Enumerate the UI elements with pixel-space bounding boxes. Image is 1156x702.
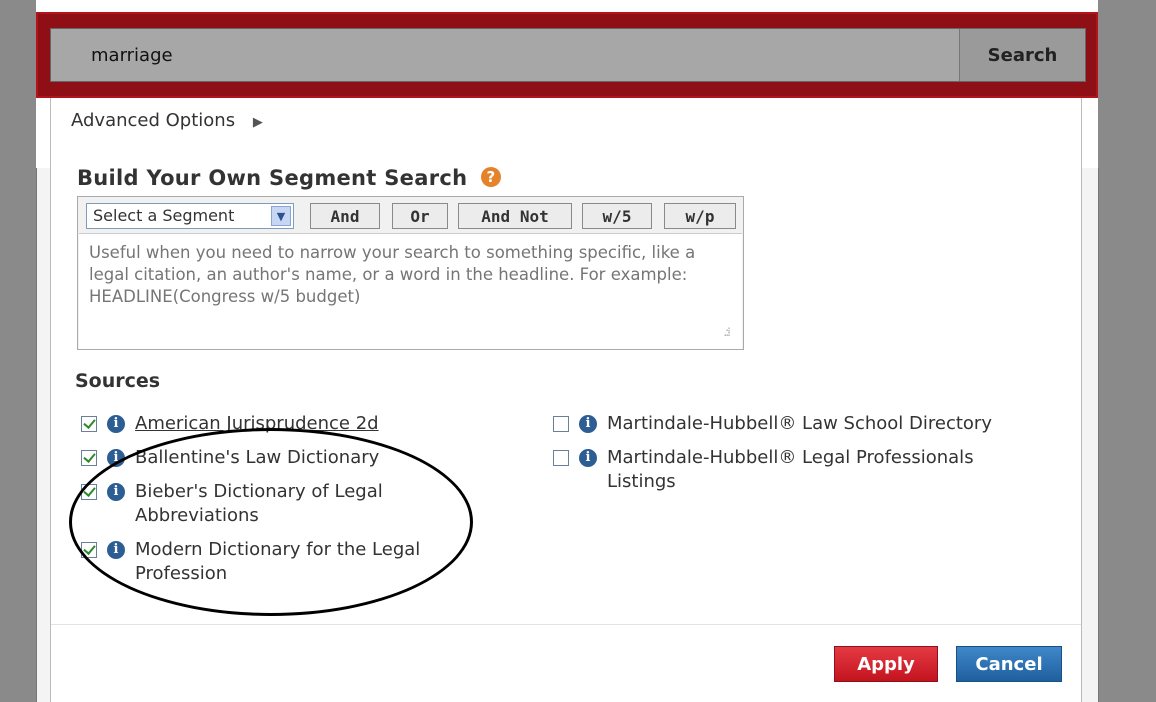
info-icon[interactable]: i bbox=[107, 483, 125, 501]
source-checkbox[interactable] bbox=[553, 416, 569, 432]
source-label-line2: Abbreviations bbox=[135, 505, 259, 526]
info-icon[interactable]: i bbox=[579, 415, 597, 433]
info-icon[interactable]: i bbox=[107, 541, 125, 559]
source-checkbox[interactable] bbox=[81, 484, 97, 500]
info-icon[interactable]: i bbox=[579, 449, 597, 467]
source-checkbox[interactable] bbox=[81, 416, 97, 432]
overlay-left bbox=[0, 0, 36, 702]
search-input[interactable] bbox=[51, 29, 959, 81]
info-icon[interactable]: i bbox=[107, 415, 125, 433]
source-checkbox[interactable] bbox=[81, 450, 97, 466]
info-icon[interactable]: i bbox=[107, 449, 125, 467]
resize-grip-icon[interactable]: .:⁞ bbox=[723, 325, 731, 339]
segment-search-heading: Build Your Own Segment Search ? bbox=[77, 166, 501, 190]
apply-button[interactable]: Apply bbox=[834, 646, 938, 682]
source-label: Ballentine's Law Dictionary bbox=[135, 447, 380, 468]
within-paragraph-operator-button[interactable]: w/p bbox=[664, 203, 736, 229]
source-checkbox[interactable] bbox=[553, 450, 569, 466]
search-field-wrapper: Search bbox=[50, 28, 1086, 82]
overlay-right bbox=[1098, 0, 1156, 702]
triangle-right-icon: ▶ bbox=[252, 115, 263, 130]
source-label-line1: Martindale-Hubbell® Legal Professionals bbox=[607, 447, 974, 468]
segment-search-box: Select a Segment ▼ And Or And Not w/5 w/… bbox=[77, 196, 744, 350]
advanced-options-label: Advanced Options bbox=[71, 110, 236, 131]
background-panel-left bbox=[36, 168, 51, 702]
source-label: Bieber's Dictionary of Legal Abbreviatio… bbox=[135, 480, 383, 528]
within-5-operator-button[interactable]: w/5 bbox=[582, 203, 652, 229]
source-checkbox[interactable] bbox=[81, 542, 97, 558]
source-label-line1: Bieber's Dictionary of Legal bbox=[135, 481, 383, 502]
search-button[interactable]: Search bbox=[959, 29, 1085, 81]
search-bar: Search bbox=[36, 12, 1098, 98]
help-icon[interactable]: ? bbox=[480, 167, 501, 187]
background-panel-right bbox=[1080, 168, 1099, 702]
source-label: Martindale-Hubbell® Legal Professionals … bbox=[607, 446, 974, 494]
search-options-dialog: Advanced Options ▶ Build Your Own Segmen… bbox=[50, 98, 1082, 702]
page-top-strip bbox=[0, 0, 1156, 10]
source-label-line1: Modern Dictionary for the Legal bbox=[135, 539, 421, 560]
chevron-down-icon[interactable]: ▼ bbox=[271, 206, 291, 226]
segment-select-value: Select a Segment bbox=[93, 206, 235, 225]
and-not-operator-button[interactable]: And Not bbox=[458, 203, 572, 229]
segment-search-title: Build Your Own Segment Search bbox=[77, 166, 468, 190]
source-label-line2: Profession bbox=[135, 563, 228, 584]
source-label-line2: Listings bbox=[607, 471, 676, 492]
cancel-button[interactable]: Cancel bbox=[956, 646, 1062, 682]
advanced-options-toggle[interactable]: Advanced Options ▶ bbox=[71, 110, 263, 131]
sources-heading: Sources bbox=[75, 370, 161, 392]
or-operator-button[interactable]: Or bbox=[392, 203, 448, 229]
source-link[interactable]: American Jurisprudence 2d bbox=[135, 412, 379, 436]
and-operator-button[interactable]: And bbox=[310, 203, 380, 229]
segment-select[interactable]: Select a Segment ▼ bbox=[86, 203, 294, 229]
source-label: Martindale-Hubbell® Law School Directory bbox=[607, 413, 992, 434]
footer-divider bbox=[51, 624, 1081, 625]
segment-query-textarea[interactable] bbox=[79, 233, 742, 349]
source-label: Modern Dictionary for the Legal Professi… bbox=[135, 538, 420, 586]
